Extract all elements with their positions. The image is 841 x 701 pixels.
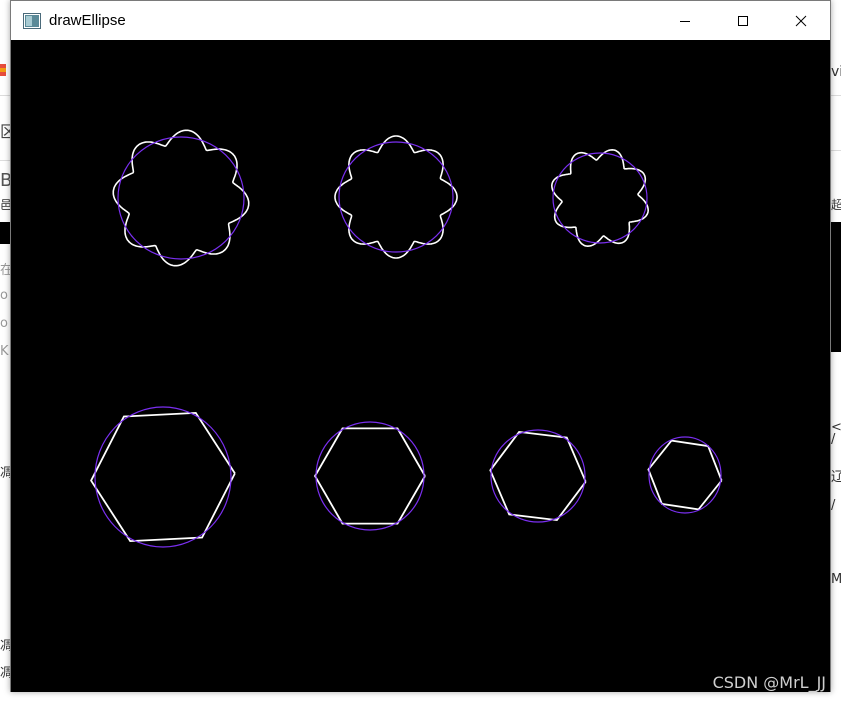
background-dark-strip bbox=[831, 222, 841, 352]
fitted-ellipse bbox=[94, 406, 232, 548]
background-glyph: vic bbox=[831, 64, 841, 80]
background-glyph: 超 bbox=[831, 198, 841, 212]
background-divider bbox=[831, 150, 841, 151]
app-window-icon bbox=[23, 12, 41, 29]
fitted-ellipse bbox=[315, 421, 425, 531]
hexagon-contour bbox=[90, 411, 236, 543]
gear-contour bbox=[112, 129, 250, 267]
minimize-button[interactable] bbox=[656, 1, 714, 40]
watermark-text: CSDN @MrL_JJ bbox=[712, 673, 826, 692]
background-glyph: / bbox=[831, 432, 836, 447]
drawing-canvas[interactable]: CSDN @MrL_JJ bbox=[11, 40, 830, 692]
fitted-ellipse bbox=[338, 141, 454, 253]
minimize-icon bbox=[680, 20, 690, 22]
background-glyph: o bbox=[0, 316, 8, 331]
contour-drawing bbox=[90, 129, 723, 548]
hexagon-contour bbox=[313, 427, 426, 525]
close-button[interactable] bbox=[772, 1, 830, 40]
maximize-icon bbox=[738, 15, 748, 26]
drawellipse-window[interactable]: drawEllipse CSDN @MrL_JJ bbox=[10, 0, 831, 692]
maximize-button[interactable] bbox=[714, 1, 772, 40]
gear-contour bbox=[550, 148, 650, 248]
title-bar[interactable]: drawEllipse bbox=[11, 1, 830, 40]
window-controls bbox=[656, 1, 830, 40]
fitted-ellipse bbox=[117, 136, 245, 260]
background-glyph: K bbox=[0, 344, 9, 359]
background-glyph: M bbox=[831, 572, 841, 587]
hexagon-contour bbox=[489, 430, 587, 522]
background-divider bbox=[831, 95, 841, 96]
window-title: drawEllipse bbox=[49, 12, 126, 29]
close-icon bbox=[795, 15, 807, 26]
background-colored-icon bbox=[0, 64, 6, 76]
gear-contour bbox=[334, 135, 458, 259]
fitted-ellipse bbox=[552, 152, 648, 244]
fitted-ellipse bbox=[648, 436, 722, 514]
background-glyph: o bbox=[0, 288, 8, 303]
background-glyph: 辽 bbox=[831, 470, 841, 485]
fitted-ellipse bbox=[490, 429, 586, 523]
hexagon-contour bbox=[647, 439, 723, 511]
background-glyph: / bbox=[831, 498, 836, 513]
